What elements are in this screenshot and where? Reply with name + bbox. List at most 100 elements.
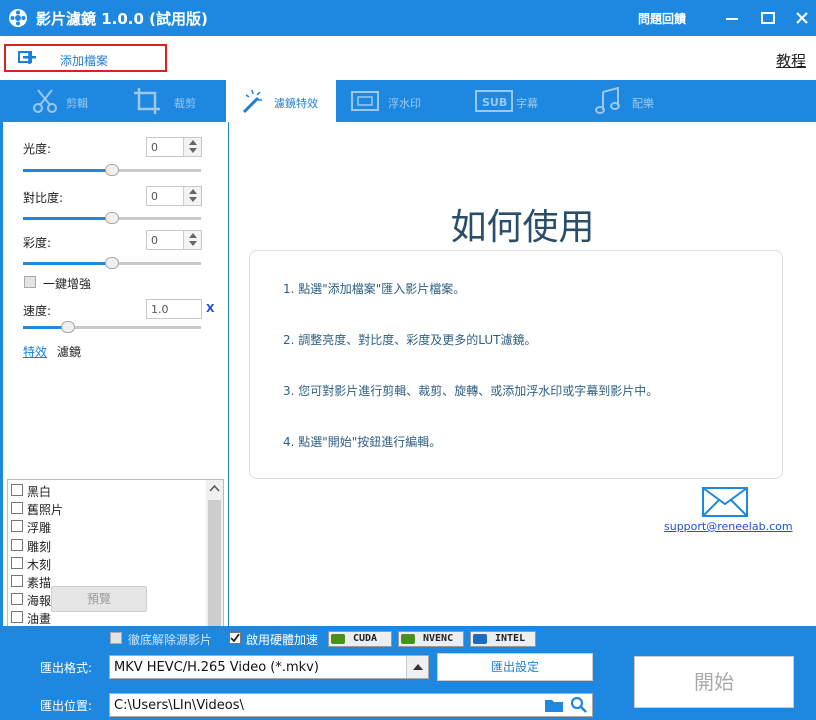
scroll-thumb[interactable] (208, 500, 221, 640)
filter-label: 浮雕 (27, 521, 52, 536)
scroll-up-icon[interactable] (209, 484, 220, 492)
filter-label: 雕刻 (27, 539, 52, 554)
tab-cut-label: 剪輯 (66, 97, 88, 110)
format-value: MKV HEVC/H.265 Video (*.mkv) (114, 660, 319, 675)
tab-music[interactable]: 配樂 (562, 80, 672, 122)
spin-arrows-icon[interactable] (183, 231, 201, 249)
howto-panel: 如何使用 1. 點選"添加檔案"匯入影片檔案。 2. 調整亮度、對比度、彩度及更… (229, 122, 816, 626)
tab-watermark-label: 浮水印 (388, 97, 421, 110)
intel-icon (473, 634, 487, 644)
app-logo-icon (9, 9, 27, 27)
path-label: 匯出位置: (40, 699, 93, 713)
start-button[interactable]: 開始 (634, 656, 794, 708)
feedback-link[interactable]: 問題回饋 (638, 10, 686, 27)
maximize-button[interactable] (756, 6, 780, 30)
howto-step: 2. 調整亮度、對比度、彩度及更多的LUT濾鏡。 (283, 333, 537, 347)
intel-label: INTEL (495, 633, 526, 644)
output-path-input[interactable]: C:\Users\LIn\Videos\ (109, 693, 593, 717)
speed-slider[interactable] (23, 321, 201, 333)
cuda-badge: CUDA (328, 631, 392, 647)
filter-label: 舊照片 (27, 503, 64, 518)
nvidia-icon (331, 634, 345, 644)
contrast-slider[interactable] (23, 212, 201, 224)
filter-checkbox[interactable] (11, 611, 23, 624)
filter-checkbox[interactable] (11, 556, 23, 569)
contrast-spinbox[interactable]: 0 (146, 186, 202, 206)
filter-checkbox[interactable] (11, 575, 23, 587)
brightness-value: 0 (151, 141, 158, 154)
export-settings-button[interactable]: 匯出設定 (437, 653, 593, 681)
speed-input[interactable]: 1.0 (146, 299, 202, 319)
filter-item[interactable]: 浮雕 (8, 517, 204, 535)
tab-bar: 剪輯 裁剪 濾鏡特效 浮水印 SUB 字幕 配樂 (0, 80, 816, 122)
filter-item[interactable]: 舊照片 (8, 499, 204, 517)
saturation-spinbox[interactable]: 0 (146, 230, 202, 250)
format-select[interactable]: MKV HEVC/H.265 Video (*.mkv) (109, 655, 429, 679)
tab-watermark[interactable]: 浮水印 (336, 80, 440, 122)
subtitle-icon: SUB (475, 90, 513, 112)
filter-item[interactable]: 黑白 (8, 481, 204, 499)
speed-label: 速度: (23, 304, 52, 318)
add-file-button[interactable]: 添加檔案 (4, 44, 167, 72)
tab-subtitle[interactable]: SUB 字幕 (440, 80, 562, 122)
saturation-value: 0 (151, 234, 158, 247)
dropdown-arrow-icon[interactable] (406, 656, 428, 678)
toolbar: 添加檔案 教程 (0, 36, 816, 80)
title-bar: 影片濾鏡 1.0.0 (試用版) 問題回饋 (0, 0, 816, 36)
filter-checkbox[interactable] (11, 593, 23, 606)
folder-icon[interactable] (544, 697, 564, 713)
spin-arrows-icon[interactable] (183, 187, 201, 205)
saturation-slider[interactable] (23, 257, 201, 269)
contrast-value: 0 (151, 190, 158, 203)
howto-step: 3. 您可對影片進行剪輯、裁剪、旋轉、或添加浮水印或字幕到影片中。 (283, 384, 659, 398)
add-file-label: 添加檔案 (60, 54, 109, 68)
thorough-decode-checkbox[interactable] (110, 632, 122, 644)
tab-filter-effects-label: 濾鏡特效 (274, 97, 318, 110)
filter-label: 木刻 (27, 557, 52, 572)
tab-music-label: 配樂 (632, 97, 654, 110)
howto-step: 1. 點選"添加檔案"匯入影片檔案。 (283, 282, 466, 296)
filter-checkbox[interactable] (11, 538, 23, 551)
howto-title: 如何使用 (450, 207, 595, 248)
auto-enhance-checkbox[interactable] (24, 276, 36, 288)
close-button[interactable] (790, 6, 814, 30)
tab-effects[interactable]: 特效 (23, 343, 47, 360)
tutorial-link[interactable]: 教程 (776, 50, 806, 71)
filter-item[interactable]: 雕刻 (8, 536, 204, 554)
slider-handle[interactable] (105, 164, 119, 176)
search-icon[interactable] (570, 696, 588, 714)
export-bar: 徹底解除源影片 啟用硬體加速 CUDA NVENC INTEL 匯出格式: MK… (0, 626, 816, 720)
filter-checkbox[interactable] (11, 502, 23, 515)
brightness-slider[interactable] (23, 164, 201, 176)
auto-enhance-label: 一鍵增強 (43, 277, 92, 291)
thorough-decode-label: 徹底解除源影片 (128, 633, 213, 647)
minimize-button[interactable] (720, 6, 744, 30)
filter-label: 油畫 (27, 612, 52, 627)
slider-handle[interactable] (105, 257, 119, 269)
slider-handle[interactable] (60, 321, 75, 333)
tab-crop[interactable]: 裁剪 (112, 80, 226, 122)
filter-label: 素描 (27, 576, 52, 590)
checkmark-icon (230, 633, 240, 643)
preview-button[interactable]: 預覽 (51, 586, 147, 612)
filter-checkbox[interactable] (11, 520, 23, 533)
watermark-icon (351, 91, 379, 111)
magic-wand-icon (242, 89, 262, 114)
filter-checkbox[interactable] (11, 484, 23, 496)
slider-fill (23, 169, 112, 172)
hw-accel-checkbox[interactable] (229, 632, 241, 644)
music-note-icon (595, 86, 620, 114)
hw-accel-label: 啟用硬體加速 (246, 633, 319, 647)
spin-arrows-icon[interactable] (183, 138, 201, 156)
tab-filters[interactable]: 濾鏡 (57, 343, 81, 360)
tab-filter-effects[interactable]: 濾鏡特效 (226, 80, 336, 122)
speed-value: 1.0 (151, 303, 169, 316)
tab-cut[interactable]: 剪輯 (0, 80, 112, 122)
slider-handle[interactable] (105, 212, 119, 224)
support-email-link[interactable]: support@reneelab.com (664, 520, 793, 533)
nvenc-badge: NVENC (398, 631, 464, 647)
filter-item[interactable]: 木刻 (8, 554, 204, 572)
format-label: 匯出格式: (40, 661, 93, 675)
brightness-spinbox[interactable]: 0 (146, 137, 202, 157)
mail-icon[interactable] (702, 487, 748, 517)
